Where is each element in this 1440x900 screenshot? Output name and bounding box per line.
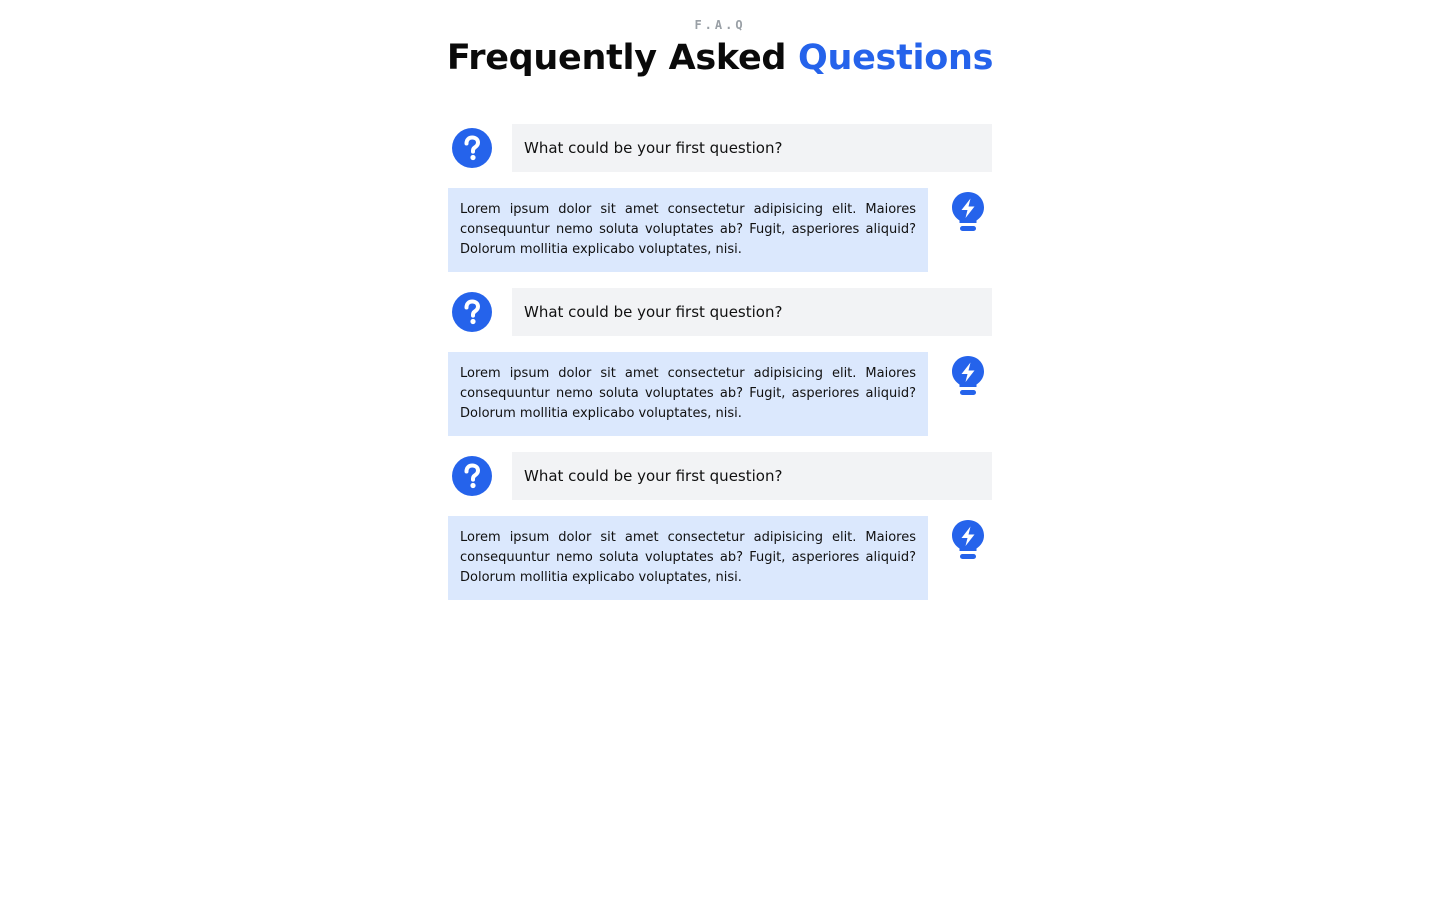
faq-eyebrow: F.A.Q (694, 18, 746, 32)
faq-answer: Lorem ipsum dolor sit amet consectetur a… (448, 352, 928, 436)
faq-question[interactable]: What could be your first question? (512, 124, 992, 172)
faq-answer-row: Lorem ipsum dolor sit amet consectetur a… (448, 352, 992, 436)
lightbulb-bolt-icon (952, 356, 984, 395)
faq-question-row: What could be your first question? (448, 124, 992, 172)
faq-question[interactable]: What could be your first question? (512, 452, 992, 500)
faq-answer-row: Lorem ipsum dolor sit amet consectetur a… (448, 516, 992, 600)
faq-answer: Lorem ipsum dolor sit amet consectetur a… (448, 188, 928, 272)
page-title-main: Frequently Asked (446, 38, 787, 78)
question-circle-icon (452, 128, 492, 168)
lightbulb-bolt-icon (952, 192, 984, 231)
faq-question[interactable]: What could be your first question? (512, 288, 992, 336)
faq-question-row: What could be your first question? (448, 452, 992, 500)
question-circle-icon (452, 456, 492, 496)
faq-question-row: What could be your first question? (448, 288, 992, 336)
page-title: Frequently Asked Questions (0, 36, 1440, 80)
faq-answer: Lorem ipsum dolor sit amet consectetur a… (448, 516, 928, 600)
page-title-accent: Questions (798, 38, 994, 78)
faq-answer-row: Lorem ipsum dolor sit amet consectetur a… (448, 188, 992, 272)
faq-list: What could be your first question? Lorem… (448, 124, 992, 616)
lightbulb-bolt-icon (952, 520, 984, 559)
question-circle-icon (452, 292, 492, 332)
